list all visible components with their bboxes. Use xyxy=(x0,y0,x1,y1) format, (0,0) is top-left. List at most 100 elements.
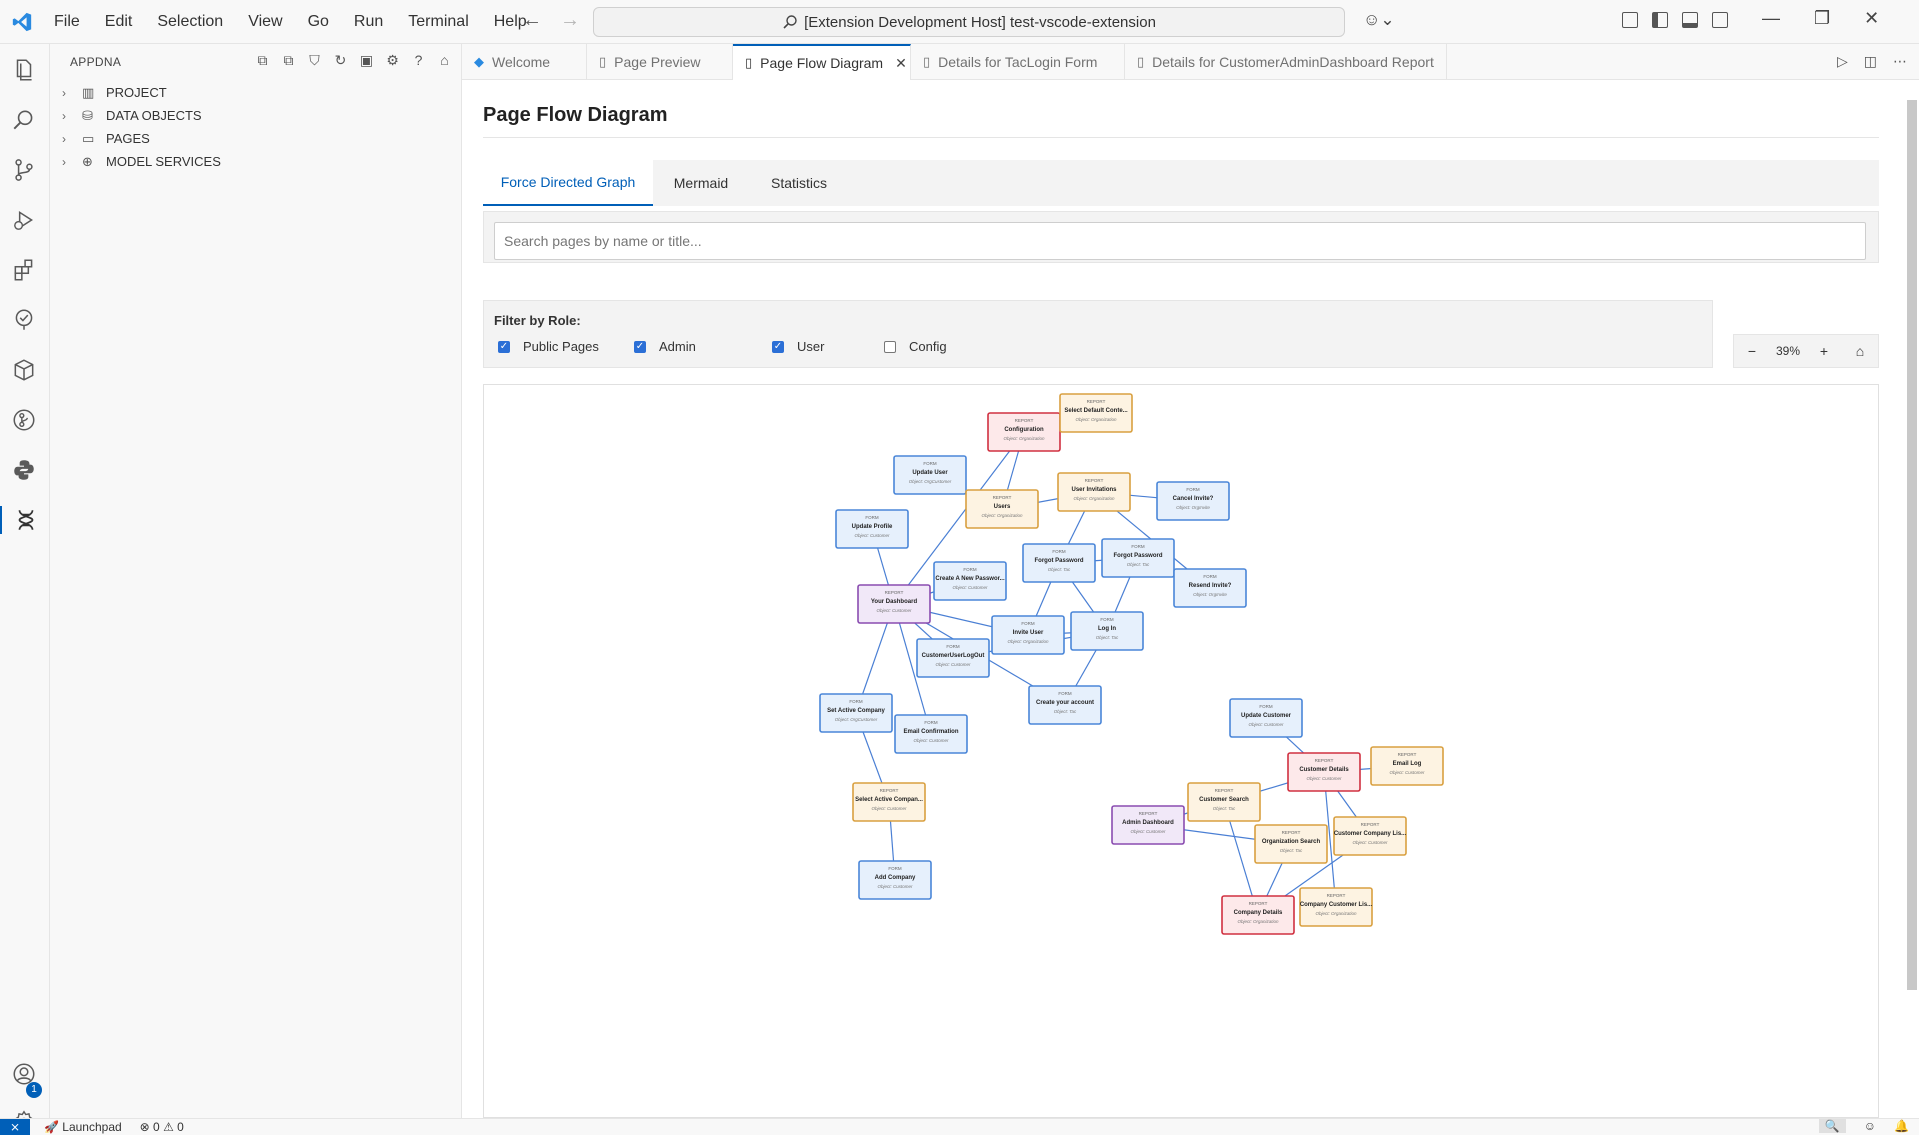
graph-node-create-account[interactable]: FORM Create your account Object: Tac xyxy=(1028,685,1102,725)
graph-node-cust-company-list[interactable]: REPORT Customer Company Lis... Object: Cus… xyxy=(1333,816,1407,856)
run-debug-icon[interactable] xyxy=(10,206,38,234)
graph-node-forgot-pw2[interactable]: FORM Forgot Password Object: Tac xyxy=(1101,538,1175,578)
restore-icon[interactable]: ❐ xyxy=(1814,8,1830,29)
close-icon[interactable]: ✕ xyxy=(895,55,907,72)
graph-node-your-dashboard[interactable]: REPORT Your Dashboard Object: Customer xyxy=(857,584,931,624)
git-lens-icon[interactable] xyxy=(10,406,38,434)
tab-welcome[interactable]: ◆ Welcome xyxy=(462,44,587,79)
back-arrow-icon[interactable]: ← xyxy=(522,9,542,32)
graph-node-users[interactable]: REPORT Users Object: Organization xyxy=(965,489,1039,529)
graph-node-customer-search[interactable]: REPORT Customer Search Object: Tac xyxy=(1187,782,1261,822)
notifications-bell-icon[interactable]: 🔔 xyxy=(1894,1119,1909,1133)
testing-icon[interactable] xyxy=(10,306,38,334)
expand-all-icon[interactable]: ⧉ xyxy=(281,52,296,69)
customize-layout-icon[interactable] xyxy=(1622,12,1638,28)
toggle-primary-sidebar-icon[interactable] xyxy=(1652,12,1668,28)
reset-zoom-button[interactable]: ⌂ xyxy=(1842,343,1878,359)
graph-node-log-in[interactable]: FORM Log In Object: Tac xyxy=(1070,611,1144,651)
editor-scrollbar[interactable] xyxy=(1905,80,1919,1118)
checkbox-admin[interactable]: ✓ Admin xyxy=(634,339,696,354)
menu-file[interactable]: File xyxy=(54,13,80,31)
tree-item-data-objects[interactable]: › ⛁ DATA OBJECTS xyxy=(62,104,221,127)
force-directed-graph[interactable]: REPORT Configuration Object: Organization R… xyxy=(483,384,1879,1118)
copilot-icon[interactable]: ☺⌄ xyxy=(1363,10,1395,30)
graph-node-email-log[interactable]: REPORT Email Log Object: Customer xyxy=(1370,746,1444,786)
forward-arrow-icon[interactable]: → xyxy=(560,9,580,32)
menu-terminal[interactable]: Terminal xyxy=(408,13,468,31)
graph-node-update-customer[interactable]: FORM Update Customer Object: Customer xyxy=(1229,698,1303,738)
graph-node-logout[interactable]: FORM CustomerUserLogOut Object: Customer xyxy=(916,638,990,678)
graph-node-forgot-pw1[interactable]: FORM Forgot Password Object: Tac xyxy=(1022,543,1096,583)
appdna-icon[interactable] xyxy=(0,506,49,534)
more-actions-icon[interactable]: ⋯ xyxy=(1893,53,1907,70)
graph-node-company-details[interactable]: REPORT Company Details Object: Organizatio… xyxy=(1221,895,1295,935)
graph-node-select-active[interactable]: REPORT Select Active Compan... Object: Cus… xyxy=(852,782,926,822)
home-icon[interactable]: ⌂ xyxy=(437,52,452,69)
python-icon[interactable] xyxy=(10,456,38,484)
graph-node-admin-dashboard[interactable]: REPORT Admin Dashboard Object: Customer xyxy=(1111,805,1185,845)
tree-item-pages[interactable]: › ▭ PAGES xyxy=(62,127,221,150)
source-control-icon[interactable] xyxy=(10,156,38,184)
tree-item-project[interactable]: › ▥ PROJECT xyxy=(62,81,221,104)
launchpad-item[interactable]: 🚀 Launchpad xyxy=(44,1120,122,1134)
graph-node-select-default[interactable]: REPORT Select Default Conte... Object: Org… xyxy=(1059,393,1133,433)
graph-node-cancel-invite[interactable]: FORM Cancel Invite? Object: OrgInvite xyxy=(1156,481,1230,521)
tree-item-model-services[interactable]: › ⊕ MODEL SERVICES xyxy=(62,150,221,173)
command-center[interactable]: [Extension Development Host] test-vscode… xyxy=(593,7,1345,37)
graph-node-create-pw[interactable]: FORM Create A New Passwor... Object: Custo… xyxy=(933,561,1007,601)
checkbox-user[interactable]: ✓ User xyxy=(772,339,824,354)
graph-node-resend-invite[interactable]: FORM Resend Invite? Object: OrgInvite xyxy=(1173,568,1247,608)
graph-node-company-customer-list[interactable]: REPORT Company Customer Lis... Object: Org… xyxy=(1299,887,1373,927)
save-icon[interactable]: ▣ xyxy=(359,52,374,69)
zoom-out-button[interactable]: − xyxy=(1734,343,1770,359)
toggle-panel-icon[interactable] xyxy=(1682,12,1698,28)
toggle-secondary-sidebar-icon[interactable] xyxy=(1712,12,1728,28)
minimize-icon[interactable]: — xyxy=(1762,8,1780,29)
graph-node-user-invitations[interactable]: REPORT User Invitations Object: Organizati… xyxy=(1057,472,1131,512)
zoom-status-icon[interactable]: 🔍 xyxy=(1818,1119,1846,1133)
remote-indicator[interactable]: ⨯ xyxy=(0,1119,30,1135)
menu-go[interactable]: Go xyxy=(308,13,329,31)
split-editor-icon[interactable]: ◫ xyxy=(1864,53,1877,70)
tab-details-taclogin[interactable]: ▯ Details for TacLogin Form xyxy=(911,44,1125,79)
extensions-icon[interactable] xyxy=(10,256,38,284)
menu-view[interactable]: View xyxy=(248,13,282,31)
node-type-label: FORM xyxy=(1052,549,1065,554)
graph-node-customer-details[interactable]: REPORT Customer Details Object: Customer xyxy=(1287,752,1361,792)
tab-mermaid[interactable]: Mermaid xyxy=(653,160,749,206)
menu-selection[interactable]: Selection xyxy=(157,13,223,31)
tab-page-preview[interactable]: ▯ Page Preview xyxy=(587,44,733,79)
menu-run[interactable]: Run xyxy=(354,13,383,31)
tab-page-flow-diagram[interactable]: ▯ Page Flow Diagram ✕ xyxy=(733,44,911,80)
filter-icon[interactable]: ⛉ xyxy=(307,52,322,69)
scrollbar-thumb[interactable] xyxy=(1907,100,1917,990)
graph-node-update-profile[interactable]: FORM Update Profile Object: Customer xyxy=(835,509,909,549)
graph-node-add-company[interactable]: FORM Add Company Object: Customer xyxy=(858,860,932,900)
search-view-icon[interactable] xyxy=(10,106,38,134)
checkbox-config[interactable]: Config xyxy=(884,339,947,354)
run-icon[interactable]: ▷ xyxy=(1837,53,1848,70)
collapse-all-icon[interactable]: ⧉ xyxy=(255,52,270,69)
zoom-in-button[interactable]: + xyxy=(1806,343,1842,359)
menu-edit[interactable]: Edit xyxy=(105,13,133,31)
search-input[interactable] xyxy=(494,222,1866,260)
checkbox-public-pages[interactable]: ✓ Public Pages xyxy=(498,339,599,354)
graph-node-configuration[interactable]: REPORT Configuration Object: Organization xyxy=(987,412,1061,452)
graph-node-invite-user[interactable]: FORM Invite User Object: Organization xyxy=(991,615,1065,655)
package-icon[interactable] xyxy=(10,356,38,384)
graph-node-update-user[interactable]: FORM Update User Object: OrgCustomer xyxy=(893,455,967,495)
settings-gear-icon[interactable]: ⚙ xyxy=(385,52,400,69)
tab-statistics[interactable]: Statistics xyxy=(749,160,849,206)
explorer-icon[interactable] xyxy=(10,56,38,84)
problems-indicator[interactable]: ⊗ 0 ⚠ 0 xyxy=(140,1120,184,1134)
refresh-icon[interactable]: ↻ xyxy=(333,52,348,69)
tab-force-directed-graph[interactable]: Force Directed Graph xyxy=(483,160,653,206)
graph-node-org-search[interactable]: REPORT Organization Search Object: Tac xyxy=(1254,824,1328,864)
graph-node-set-active[interactable]: FORM Set Active Company Object: OrgCustome… xyxy=(819,693,893,733)
node-name-label: Configuration xyxy=(1004,427,1044,433)
copilot-status-icon[interactable]: ☺ xyxy=(1864,1119,1876,1133)
tab-details-customeradmindashboard[interactable]: ▯ Details for CustomerAdminDashboard Rep… xyxy=(1125,44,1447,79)
graph-node-email-conf[interactable]: FORM Email Confirmation Object: Customer xyxy=(894,714,968,754)
help-icon[interactable]: ? xyxy=(411,52,426,69)
close-window-icon[interactable]: ✕ xyxy=(1864,8,1879,29)
